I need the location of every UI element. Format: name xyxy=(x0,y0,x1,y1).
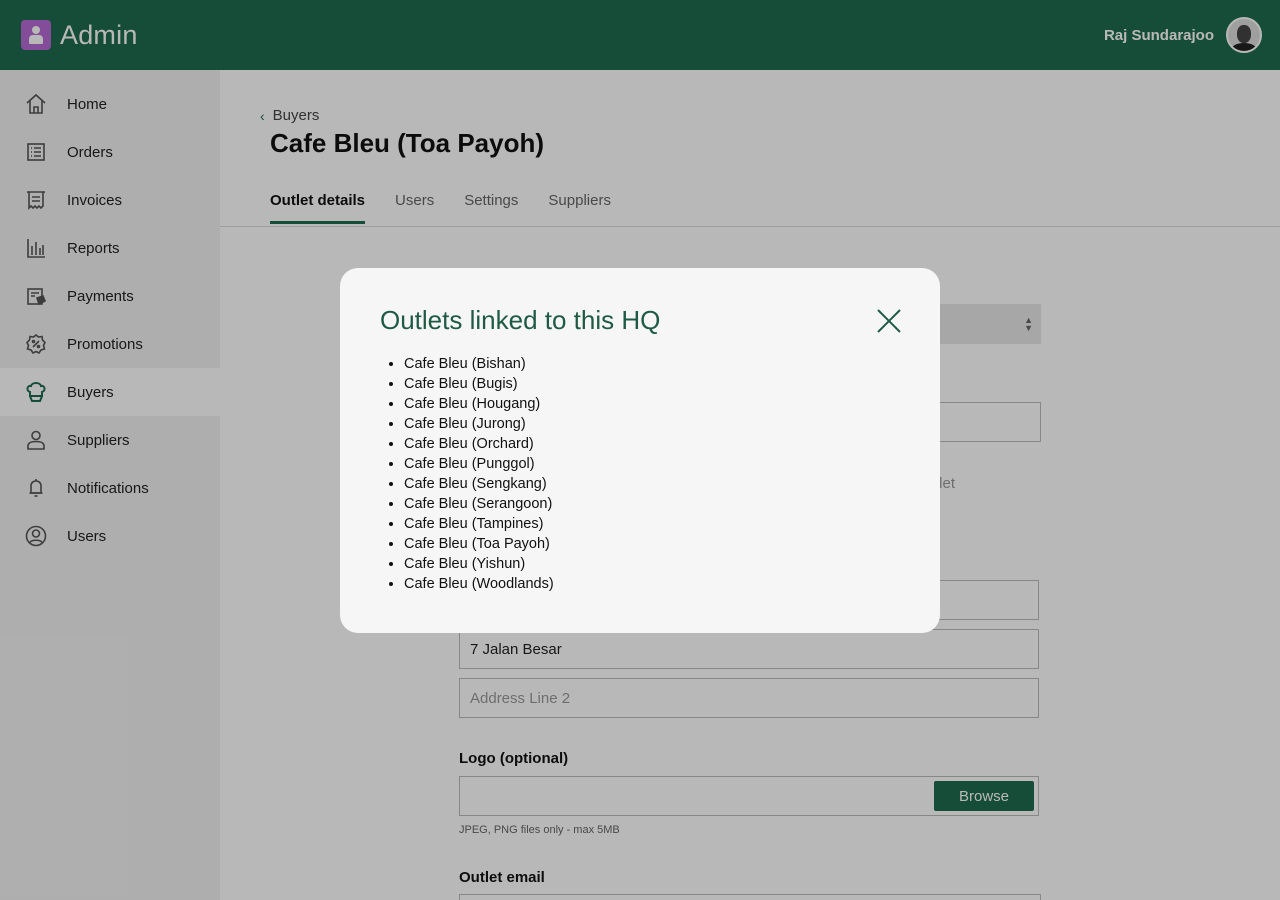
close-button[interactable] xyxy=(876,308,902,334)
list-item: Cafe Bleu (Serangoon) xyxy=(404,494,554,514)
list-item: Cafe Bleu (Hougang) xyxy=(404,394,554,414)
outlet-list: Cafe Bleu (Bishan) Cafe Bleu (Bugis) Caf… xyxy=(404,354,554,594)
modal-title: Outlets linked to this HQ xyxy=(380,305,661,335)
list-item: Cafe Bleu (Woodlands) xyxy=(404,574,554,594)
list-item: Cafe Bleu (Orchard) xyxy=(404,434,554,454)
list-item: Cafe Bleu (Bishan) xyxy=(404,354,554,374)
list-item: Cafe Bleu (Jurong) xyxy=(404,414,554,434)
list-item: Cafe Bleu (Toa Payoh) xyxy=(404,534,554,554)
list-item: Cafe Bleu (Yishun) xyxy=(404,554,554,574)
close-icon xyxy=(877,309,901,333)
list-item: Cafe Bleu (Bugis) xyxy=(404,374,554,394)
list-item: Cafe Bleu (Tampines) xyxy=(404,514,554,534)
list-item: Cafe Bleu (Punggol) xyxy=(404,454,554,474)
list-item: Cafe Bleu (Sengkang) xyxy=(404,474,554,494)
linked-outlets-modal: Outlets linked to this HQ Cafe Bleu (Bis… xyxy=(340,268,940,633)
